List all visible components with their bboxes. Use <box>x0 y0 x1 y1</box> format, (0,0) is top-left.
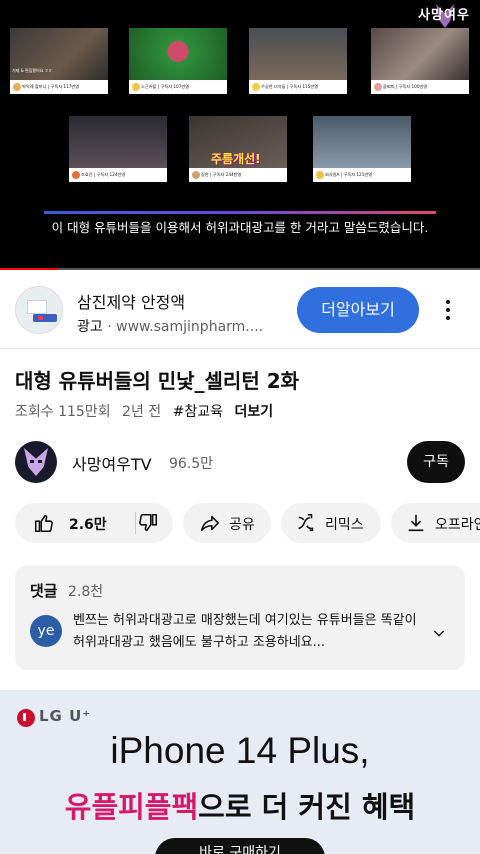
comments-heading: 댓글 <box>30 582 58 600</box>
offline-download-button[interactable]: 오프라인 <box>391 503 480 543</box>
learn-more-button[interactable]: 더알아보기 <box>297 287 419 333</box>
view-count: 조회수 115만회 <box>15 404 111 420</box>
channel-watermark: 사망여우 <box>416 3 472 29</box>
comments-count: 2.8천 <box>68 584 104 600</box>
more-options-icon[interactable] <box>440 298 456 322</box>
fox-icon <box>24 448 48 476</box>
thumbs-down-icon[interactable] <box>137 512 159 534</box>
thumbnail-1: 거제 & 편집됐어요 ㅎㅎ 박막례 할머니 | 구독자 117만명 <box>10 28 108 94</box>
buy-now-button[interactable]: 바로 구매하기 <box>155 838 325 854</box>
hashtag-link[interactable]: #참교육 <box>173 404 223 420</box>
comments-panel[interactable]: 댓글 2.8천 ye 벤쯔는 허위과대광고로 매장했는데 여기있는 유튜버들은 … <box>15 565 465 670</box>
remix-icon <box>298 513 314 532</box>
thumbnail-6: 주름개선! 장한 | 구독자 244만명 <box>189 116 287 182</box>
remix-button[interactable]: 리믹스 <box>281 503 381 543</box>
advertiser-logo <box>15 286 63 334</box>
promo-rest: 으로 더 커진 혜택 <box>198 790 416 824</box>
progress-fill <box>0 268 58 270</box>
chevron-down-icon[interactable] <box>431 625 447 641</box>
video-meta[interactable]: 조회수 115만회 2년 전 #참교육 더보기 <box>15 401 280 421</box>
top-comment-text: 벤쯔는 허위과대광고로 매장했는데 여기있는 유튜버들은 똑같이 허위과대광고 … <box>73 613 417 650</box>
banner-brand: LG U⁺ <box>39 707 92 725</box>
thumbs-up-icon[interactable] <box>33 512 55 534</box>
thumbnail-7: 회사원A | 구독자 121만명 <box>313 116 411 182</box>
ad-meta: 광고 · www.samjinpharm.... <box>77 319 264 335</box>
ad-url: www.samjinpharm.... <box>116 319 264 335</box>
upload-age: 2년 전 <box>122 404 162 420</box>
divider <box>0 348 480 349</box>
lg-logo-icon <box>17 709 35 727</box>
share-button[interactable]: 공유 <box>183 503 271 543</box>
more-link[interactable]: 더보기 <box>234 404 273 420</box>
commenter-avatar: ye <box>30 615 62 647</box>
share-icon <box>200 515 220 532</box>
video-title[interactable]: 대형 유튜버들의 민낯_셀리턴 2화 <box>15 365 299 394</box>
ad-label: 광고 <box>77 319 103 335</box>
thumbnail-5: 조효진 | 구독자 124만명 <box>69 116 167 182</box>
promoted-ad[interactable]: 삼진제약 안정액 광고 · www.samjinpharm.... 더알아보기 <box>0 271 480 349</box>
progress-bar[interactable] <box>0 268 480 270</box>
video-player[interactable]: 사망여우 거제 & 편집됐어요 ㅎㅎ 박막례 할머니 | 구독자 117만명 소… <box>0 0 480 270</box>
subscriber-count: 96.5만 <box>169 456 214 472</box>
subscribe-button[interactable]: 구독 <box>407 441 465 483</box>
download-icon <box>408 514 424 532</box>
like-dislike-group: 2.6만 <box>15 503 173 543</box>
banner-ad[interactable]: LG U⁺ iPhone 14 Plus, 유플피플팩으로 더 커진 혜택 바로… <box>0 690 480 854</box>
thumbnail-3: 수상한 녀석들 | 구독자 115만명 <box>249 28 347 94</box>
banner-headline: iPhone 14 Plus, <box>110 730 370 771</box>
ad-title: 삼진제약 안정액 <box>77 293 186 312</box>
video-subtitle: 이 대형 유튜버들을 이용해서 허위과대광고를 한 거라고 말씀드렸습니다. <box>51 220 429 235</box>
channel-avatar[interactable] <box>15 441 57 483</box>
channel-name[interactable]: 사망여우TV <box>72 451 152 475</box>
thumbnail-4: 윰찌띠 | 구독자 100만명 <box>371 28 469 94</box>
action-bar: 2.6만 공유 리믹스 오프라인 <box>0 503 480 545</box>
subtitle-underline <box>44 211 436 214</box>
thumbnail-2: 소근커플 | 구독자 107만명 <box>129 28 227 94</box>
banner-promo: 유플피플팩으로 더 커진 혜택 <box>0 784 480 826</box>
promo-highlight: 유플피플팩 <box>64 790 199 824</box>
like-count[interactable]: 2.6만 <box>69 514 107 534</box>
